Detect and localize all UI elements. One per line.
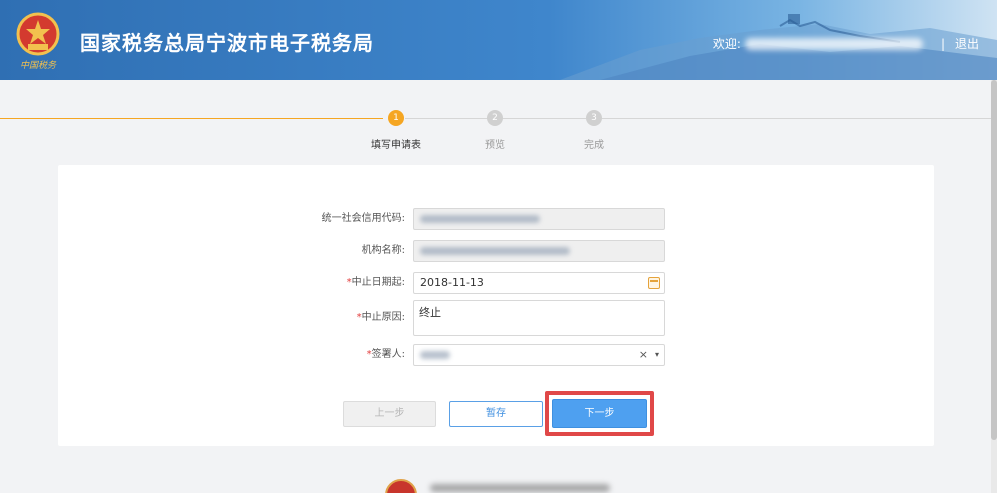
credit-code-field bbox=[413, 208, 665, 230]
site-header: 中国税务 国家税务总局宁波市电子税务局 欢迎: | 退出 bbox=[0, 0, 997, 80]
svg-text:中国税务: 中国税务 bbox=[20, 60, 57, 71]
signer-name-redacted bbox=[420, 351, 450, 359]
signer-row: *签署人: × ▾ bbox=[58, 344, 934, 366]
step-2-label: 预览 bbox=[485, 140, 505, 151]
suspension-date-label: *中止日期起: bbox=[346, 277, 405, 288]
org-name-row: 机构名称: bbox=[58, 240, 934, 262]
save-draft-button[interactable]: 暂存 bbox=[449, 401, 543, 427]
welcome-text: 欢迎: bbox=[712, 37, 741, 51]
progress-steps: 1 填写申请表 2 预览 3 完成 bbox=[0, 108, 997, 154]
logout-link[interactable]: 退出 bbox=[955, 35, 979, 52]
step-1-label: 填写申请表 bbox=[371, 140, 421, 151]
step-3-number: 3 bbox=[586, 110, 602, 126]
calendar-icon[interactable] bbox=[648, 277, 660, 289]
site-title: 国家税务总局宁波市电子税务局 bbox=[80, 31, 374, 55]
org-name-label: 机构名称: bbox=[361, 245, 405, 256]
separator: | bbox=[940, 36, 945, 51]
step-line-progress bbox=[0, 118, 383, 119]
step-2: 2 预览 bbox=[455, 110, 535, 151]
username-redacted bbox=[744, 37, 923, 50]
step-1-number: 1 bbox=[388, 110, 404, 126]
org-name-redacted bbox=[420, 247, 570, 255]
step-1: 1 填写申请表 bbox=[356, 110, 436, 151]
tax-bureau-emblem: 中国税务 bbox=[16, 12, 60, 71]
footer-text-redacted bbox=[430, 484, 610, 492]
credit-code-label: 统一社会信用代码: bbox=[321, 213, 405, 224]
scrollbar-thumb[interactable] bbox=[991, 80, 997, 440]
credit-code-row: 统一社会信用代码: bbox=[58, 208, 934, 230]
org-name-field bbox=[413, 240, 665, 262]
signer-select[interactable]: × ▾ bbox=[413, 344, 665, 366]
suspension-reason-row: *中止原因: 终止 bbox=[58, 300, 934, 336]
signer-label: *签署人: bbox=[366, 349, 405, 360]
step-line bbox=[602, 118, 997, 119]
suspension-reason-label: *中止原因: bbox=[356, 312, 405, 323]
suspension-date-row: *中止日期起: 2018-11-13 bbox=[58, 272, 934, 294]
application-form-card: 统一社会信用代码: 机构名称: *中止日期起: 2018-11-13 *中止原因… bbox=[58, 165, 934, 446]
step-3-label: 完成 bbox=[584, 140, 604, 151]
next-step-button[interactable]: 下一步 bbox=[552, 399, 647, 428]
step-3: 3 完成 bbox=[554, 110, 634, 151]
credit-code-redacted bbox=[420, 215, 540, 223]
suspension-date-input[interactable]: 2018-11-13 bbox=[413, 272, 665, 294]
suspension-reason-textarea[interactable]: 终止 bbox=[413, 300, 665, 336]
footer-emblem-icon bbox=[385, 479, 417, 493]
previous-step-button[interactable]: 上一步 bbox=[343, 401, 436, 427]
step-2-number: 2 bbox=[487, 110, 503, 126]
user-area: 欢迎: | 退出 bbox=[713, 35, 979, 52]
chevron-down-icon[interactable]: ▾ bbox=[655, 345, 659, 365]
clear-icon[interactable]: × bbox=[639, 345, 648, 365]
